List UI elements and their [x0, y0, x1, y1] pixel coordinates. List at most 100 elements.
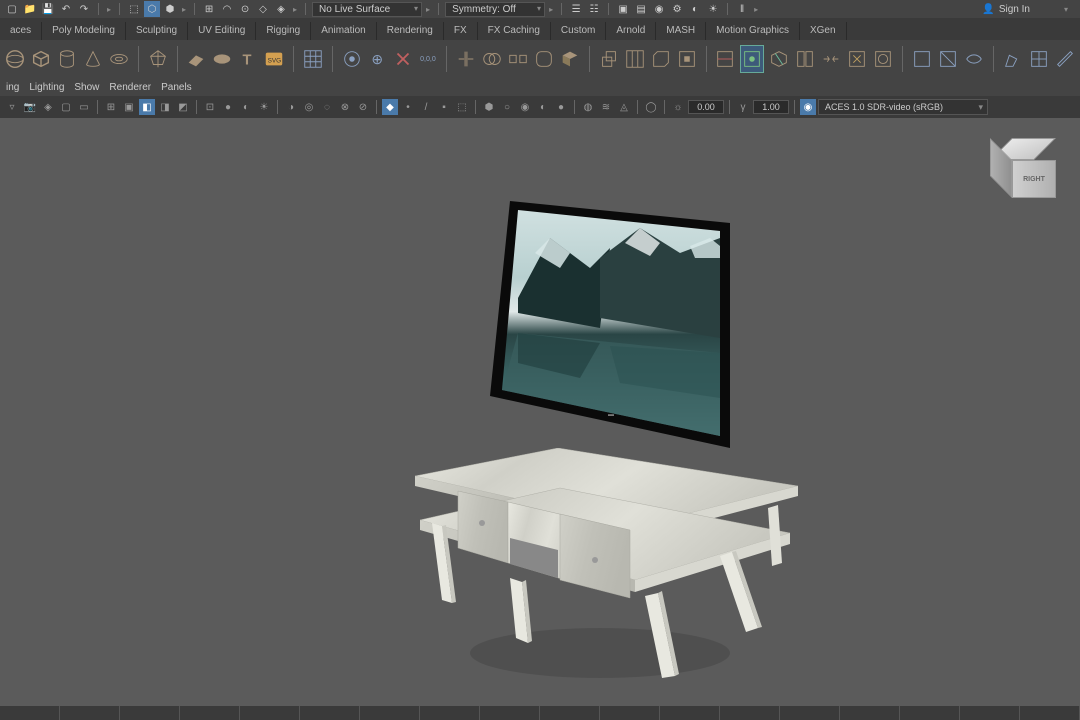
safe-action-icon[interactable]: ◩	[175, 99, 191, 115]
retopo-icon[interactable]	[1028, 45, 1050, 73]
use-all-lights-icon[interactable]: ☀	[256, 99, 272, 115]
panel-menu-show[interactable]: Show	[74, 82, 99, 93]
render-icon[interactable]: ▣	[615, 1, 631, 17]
motion-blur-icon[interactable]: ≋	[598, 99, 614, 115]
tab-animation[interactable]: Animation	[311, 22, 376, 40]
lasso-select-icon[interactable]: ⬡	[144, 1, 160, 17]
panel-menu-shading[interactable]: ing	[6, 82, 19, 93]
field-chart-icon[interactable]: ◨	[157, 99, 173, 115]
anti-alias-icon[interactable]: ◬	[616, 99, 632, 115]
tab-poly-modeling[interactable]: Poly Modeling	[42, 22, 126, 40]
reset-pivot-icon[interactable]: ⊕	[367, 45, 388, 73]
edge-mode-icon[interactable]: /	[418, 99, 434, 115]
timeline[interactable]	[0, 706, 1080, 720]
poly-torus-icon[interactable]	[108, 45, 130, 73]
quad-draw-icon[interactable]	[911, 45, 933, 73]
symmetry-dropdown[interactable]: Symmetry: Off	[445, 2, 545, 17]
tab-rendering[interactable]: Rendering	[377, 22, 444, 40]
redo-icon[interactable]: ↷	[76, 1, 92, 17]
default-light-icon[interactable]: ○	[499, 99, 515, 115]
platonic-icon[interactable]	[147, 45, 169, 73]
exposure-icon[interactable]: ☼	[670, 99, 686, 115]
gamma-icon[interactable]: γ	[735, 99, 751, 115]
film-gate-icon[interactable]: ▭	[76, 99, 92, 115]
separate-icon[interactable]	[507, 45, 529, 73]
tab-custom[interactable]: Custom	[551, 22, 606, 40]
panel-menu-renderer[interactable]: Renderer	[109, 82, 151, 93]
color-management-icon[interactable]: ◉	[800, 99, 816, 115]
smooth-icon[interactable]	[533, 45, 555, 73]
mirror-icon[interactable]	[455, 45, 477, 73]
poly-disc-icon[interactable]	[211, 45, 233, 73]
snap-grid-icon[interactable]: ⊞	[201, 1, 217, 17]
detach-icon[interactable]	[794, 45, 816, 73]
poly-plane-icon[interactable]	[185, 45, 207, 73]
poly-cone-icon[interactable]	[82, 45, 104, 73]
target-weld-icon[interactable]	[740, 45, 764, 73]
poly-cube-icon[interactable]	[30, 45, 52, 73]
bridge-icon[interactable]	[624, 45, 646, 73]
image-plane-icon[interactable]: ▢	[58, 99, 74, 115]
tab-arnold[interactable]: Arnold	[606, 22, 656, 40]
open-scene-icon[interactable]: 📁	[22, 1, 38, 17]
tab-surfaces[interactable]: aces	[0, 22, 42, 40]
viewcube[interactable]: RIGHT	[990, 138, 1060, 208]
xray-components-icon[interactable]: ⊘	[355, 99, 371, 115]
merge-icon[interactable]	[820, 45, 842, 73]
object-mode-icon[interactable]: ◆	[382, 99, 398, 115]
poly-cylinder-icon[interactable]	[56, 45, 78, 73]
smooth-proxy-icon[interactable]	[872, 45, 894, 73]
combine-icon[interactable]	[481, 45, 503, 73]
tab-fx-caching[interactable]: FX Caching	[478, 22, 551, 40]
bevel-icon[interactable]	[650, 45, 672, 73]
select-tool-icon[interactable]: ⬚	[126, 1, 142, 17]
panel-menu-lighting[interactable]: Lighting	[29, 82, 64, 93]
multicut-icon[interactable]	[714, 45, 736, 73]
vertex-mode-icon[interactable]: •	[400, 99, 416, 115]
all-lights-icon[interactable]: ◉	[517, 99, 533, 115]
edge-flow-icon[interactable]	[963, 45, 985, 73]
signin-button[interactable]: 👤 Sign In ▾	[974, 4, 1076, 15]
light-editor-icon[interactable]: ☀	[705, 1, 721, 17]
pause-icon[interactable]: ‖	[734, 1, 750, 17]
tab-motion-graphics[interactable]: Motion Graphics	[706, 22, 800, 40]
panel-menu-panels[interactable]: Panels	[161, 82, 192, 93]
snap-point-icon[interactable]: ⊙	[237, 1, 253, 17]
no-light-icon[interactable]: ●	[553, 99, 569, 115]
smooth-shade-icon[interactable]: ●	[220, 99, 236, 115]
tab-mash[interactable]: MASH	[656, 22, 706, 40]
poly-edit-icon[interactable]	[1054, 45, 1076, 73]
paint-select-icon[interactable]: ⬢	[162, 1, 178, 17]
camera-settings-icon[interactable]: 📷	[22, 99, 38, 115]
snap-live-icon[interactable]: ◈	[273, 1, 289, 17]
gamma-input[interactable]	[753, 100, 789, 114]
undo-icon[interactable]: ↶	[58, 1, 74, 17]
poly-type-icon[interactable]: T	[237, 45, 259, 73]
viewcube-front-label[interactable]: RIGHT	[1012, 160, 1056, 198]
content-browser-icon[interactable]	[302, 45, 324, 73]
face-mode-icon[interactable]: ▪	[436, 99, 452, 115]
live-surface-dropdown[interactable]: No Live Surface	[312, 2, 422, 17]
snap-plane-icon[interactable]: ◇	[255, 1, 271, 17]
ssao-icon[interactable]: ◍	[580, 99, 596, 115]
sculpt-icon[interactable]	[1002, 45, 1024, 73]
extrude-icon[interactable]	[598, 45, 620, 73]
tab-rigging[interactable]: Rigging	[256, 22, 311, 40]
boolean-icon[interactable]	[559, 45, 581, 73]
tab-fx[interactable]: FX	[444, 22, 478, 40]
gate-mask-icon[interactable]: ◧	[139, 99, 155, 115]
flat-light-icon[interactable]: ◐	[535, 99, 551, 115]
tab-sculpting[interactable]: Sculpting	[126, 22, 188, 40]
viewport[interactable]: RIGHT	[0, 118, 1080, 706]
color-profile-dropdown[interactable]: ACES 1.0 SDR-video (sRGB)	[818, 99, 988, 115]
isolate-select-icon[interactable]: ◎	[301, 99, 317, 115]
resolution-gate-icon[interactable]: ▣	[121, 99, 137, 115]
new-scene-icon[interactable]: ▢	[4, 1, 20, 17]
xray-joints-icon[interactable]: ⊗	[337, 99, 353, 115]
depth-of-field-icon[interactable]: ◯	[643, 99, 659, 115]
exposure-input[interactable]	[688, 100, 724, 114]
grid-icon[interactable]: ⊞	[103, 99, 119, 115]
connect-icon[interactable]	[768, 45, 790, 73]
tab-xgen[interactable]: XGen	[800, 22, 847, 40]
crease-icon[interactable]	[937, 45, 959, 73]
